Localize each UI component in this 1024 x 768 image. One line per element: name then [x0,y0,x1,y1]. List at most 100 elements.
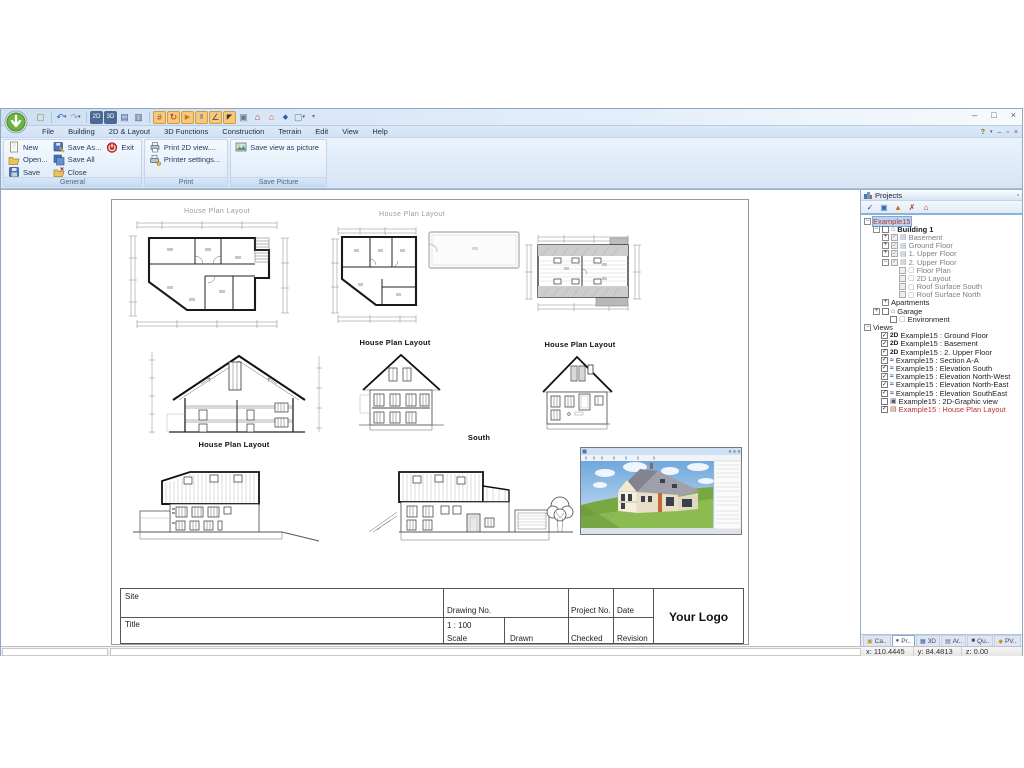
child-restore-button[interactable]: ▫ [1006,129,1008,136]
menu-view[interactable]: View [335,127,365,136]
quick-select-icon[interactable]: ▶ [181,111,194,124]
panel-tab-qu[interactable]: ■Qu.. [967,635,993,646]
tree-item-apartments[interactable]: +Apartments [861,299,1022,307]
tree-expander-icon[interactable]: + [882,250,889,257]
tree-checkbox[interactable] [899,275,906,282]
exit-button[interactable]: Exit [105,141,138,154]
wall-tool-icon[interactable]: ⌂ [265,111,278,124]
undo-icon[interactable]: ↶▾ [55,111,68,124]
embedded-3d-view-image[interactable] [580,447,742,535]
help-caret-icon[interactable]: ▾ [990,129,993,135]
tree-checkbox[interactable]: ✓ [891,234,898,241]
tree-expander-icon[interactable]: − [864,324,871,331]
panel-tab-ca[interactable]: ▣Ca.. [863,635,891,646]
window-minimize-button[interactable]: – [972,110,977,120]
section-view[interactable] [147,348,327,440]
floor-plan-view-3[interactable] [524,233,642,313]
tree-item-example15-house-plan-layout[interactable]: ✓▤Example15 : House Plan Layout [861,405,1022,413]
clipboard-tool-icon[interactable]: ▣ [237,111,250,124]
delete-item-icon[interactable]: ✗ [906,202,918,213]
roof-tool-icon[interactable]: ⌂ [251,111,264,124]
toolbar-options-icon[interactable]: ▾ [307,111,320,124]
tree-checkbox[interactable] [882,226,889,233]
tree-item-roof-surface-north[interactable]: ▢Roof Surface North [861,291,1022,299]
tree-checkbox[interactable] [881,398,888,405]
view-3d-icon[interactable]: 3D [104,111,117,124]
menu-2d-layout[interactable]: 2D & Layout [102,127,157,136]
tree-checkbox[interactable]: ✓ [881,365,888,372]
menu-construction[interactable]: Construction [215,127,271,136]
panel-tab-3d[interactable]: ▦3D [916,635,940,646]
printer-settings-button[interactable]: Printer settings... [148,154,224,167]
tree-checkbox[interactable] [899,283,906,290]
panel-tab-ar[interactable]: ▤Ar.. [941,635,966,646]
tree-expander-icon[interactable]: + [882,242,889,249]
redo-icon[interactable]: ↷▾ [69,111,82,124]
print-2d-view-button[interactable]: Print 2D view.... [148,141,224,154]
tree-checkbox[interactable]: ✓ [891,259,898,266]
cone-tool-icon[interactable]: ◆ [279,111,292,124]
floor-plan-view-1[interactable] [127,218,312,330]
tree-item-example15[interactable]: −Example15 [861,217,1022,225]
child-close-button[interactable]: × [1014,129,1018,136]
child-minimize-button[interactable]: – [998,129,1002,136]
view-image-icon[interactable]: ▣ [878,202,890,213]
tree-checkbox[interactable] [899,291,906,298]
layout-canvas[interactable]: House Plan Layout House Plan Layout Hous… [1,190,860,646]
tree-checkbox[interactable]: ✓ [881,381,888,388]
tree-expander-icon[interactable]: + [873,308,880,315]
panel-float-icon[interactable]: ▫ [1017,192,1019,199]
window-close-button[interactable]: × [1011,110,1016,120]
tree-checkbox[interactable]: ✓ [881,349,888,356]
tree-expander-icon[interactable]: + [882,299,889,306]
help-icon[interactable]: ? [981,129,985,136]
tree-checkbox[interactable]: ✓ [891,242,898,249]
tree-checkbox[interactable]: ✓ [881,332,888,339]
save-all-button[interactable]: Save All [52,154,106,167]
ruler-icon[interactable]: ||| [195,111,208,124]
grid-snap-icon[interactable]: # [153,111,166,124]
tree-expander-icon[interactable]: − [873,226,880,233]
tree-checkbox[interactable] [890,316,897,323]
tree-expander-icon[interactable]: − [882,259,889,266]
floor-plan-view-2[interactable] [330,225,420,325]
tree-checkbox[interactable]: ✓ [881,390,888,397]
tree-checkbox[interactable] [899,267,906,274]
tree-checkbox[interactable]: ✓ [881,373,888,380]
menu-edit[interactable]: Edit [308,127,335,136]
new-drawing-icon[interactable]: ▢ [34,111,47,124]
save-view-as-picture-button[interactable]: Save view as picture [234,141,323,154]
menu-terrain[interactable]: Terrain [271,127,308,136]
dimension-tool-icon[interactable]: ∠ [209,111,222,124]
elevation-view-3[interactable] [367,462,574,548]
garage-outline-view[interactable] [428,231,520,269]
window-maximize-button[interactable]: □ [991,110,996,120]
app-menu-button[interactable] [4,110,28,134]
split-horizontal-icon[interactable]: ▤ [118,111,131,124]
pointer-tool-icon[interactable]: ◤ [223,111,236,124]
redo-construction-icon[interactable]: ↻ [167,111,180,124]
open-button[interactable]: Open... [7,154,52,167]
tree-expander-icon[interactable]: + [882,234,889,241]
split-vertical-icon[interactable]: ▥ [132,111,145,124]
menu-3d-functions[interactable]: 3D Functions [157,127,215,136]
panel-tab-pv[interactable]: ◆PV.. [994,635,1020,646]
menu-building[interactable]: Building [61,127,102,136]
tree-checkbox[interactable]: ✓ [881,357,888,364]
tree-checkbox[interactable]: ✓ [881,406,888,413]
menu-help[interactable]: Help [365,127,394,136]
tree-checkbox[interactable] [882,308,889,315]
building-tool-icon[interactable]: ⌂ [920,202,932,213]
apply-check-icon[interactable]: ✓ [864,202,876,213]
new-layer-icon[interactable]: ▢▾ [293,111,306,124]
tree-checkbox[interactable]: ✓ [881,340,888,347]
new-button[interactable]: New [7,141,52,154]
menu-file[interactable]: File [35,127,61,136]
save-as-button[interactable]: Save As... [52,141,106,154]
view-2d-icon[interactable]: 2D [90,111,103,124]
elevation-view-south[interactable] [540,352,615,432]
tree-expander-icon[interactable]: − [864,218,871,225]
edit-tool-icon[interactable]: ▲ [892,202,904,213]
elevation-view-1[interactable] [359,350,444,435]
panel-tab-pr[interactable]: ●Pr.. [892,635,915,646]
